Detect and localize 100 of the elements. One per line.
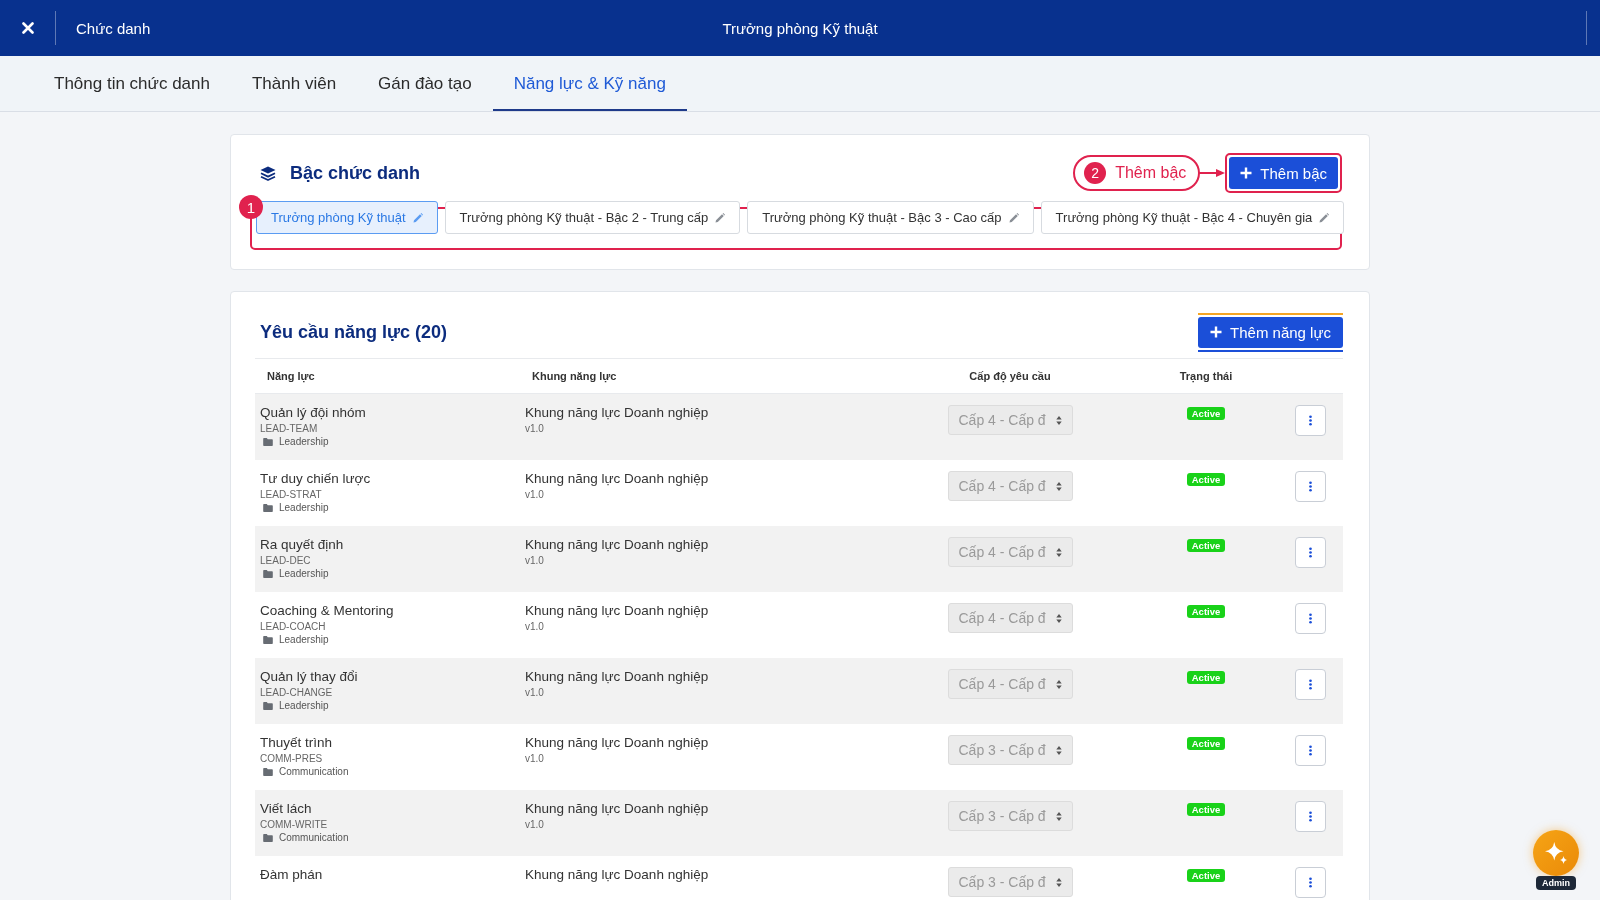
folder-icon — [263, 768, 273, 776]
tab[interactable]: Thành viên — [231, 56, 358, 111]
step-marker: 1 — [239, 195, 263, 219]
step-marker: 2 — [1084, 162, 1107, 184]
category-label: Leadership — [279, 567, 329, 581]
competency-code: LEAD-COACH — [260, 620, 327, 633]
category-label: Communication — [279, 765, 349, 779]
folder-icon — [263, 702, 273, 710]
close-icon — [21, 22, 34, 34]
status-badge: Active — [1186, 605, 1226, 618]
level-tab[interactable]: Trưởng phòng Kỹ thuật - Bậc 4 - Chuyên gia — [1040, 201, 1345, 234]
competency-code: LEAD-DEC — [260, 554, 312, 567]
column-header: Năng lực — [266, 370, 316, 382]
section-title: Yêu cầu năng lực (20) — [260, 321, 448, 343]
competency-code: LEAD-CHANGE — [260, 686, 334, 699]
folder-icon — [263, 570, 273, 578]
add-competency-button[interactable]: Thêm năng lực — [1198, 316, 1343, 348]
level-tab[interactable]: Trưởng phòng Kỹ thuật - Bậc 3 - Cao cấp — [747, 201, 1034, 234]
competency-name: Tư duy chiến lược — [260, 470, 372, 487]
tab[interactable]: Thông tin chức danh — [33, 56, 231, 111]
pencil-icon — [1319, 212, 1330, 223]
category-label: Leadership — [279, 501, 329, 515]
tab[interactable]: Năng lực & Kỹ năng — [492, 56, 687, 111]
more-actions-button[interactable] — [1295, 471, 1326, 502]
competency-code: COMM-PRES — [260, 752, 324, 765]
column-header: Cấp độ yêu cầu — [968, 370, 1052, 382]
status-badge: Active — [1186, 407, 1226, 420]
up-down-caret-icon — [1055, 745, 1062, 755]
up-down-caret-icon — [1055, 481, 1062, 491]
competency-code: COMM-WRITE — [260, 818, 329, 831]
category-label: Communication — [279, 831, 349, 845]
up-down-caret-icon — [1055, 415, 1062, 425]
more-actions-button[interactable] — [1295, 405, 1326, 436]
competency-name: Viết lách — [260, 800, 313, 817]
version-label: v1.0 — [525, 554, 545, 567]
version-label: v1.0 — [525, 620, 545, 633]
sparkle-icon — [1545, 842, 1567, 864]
framework-name: Khung năng lực Doanh nghiệp — [525, 668, 710, 685]
vertical-dots-icon — [1309, 547, 1312, 558]
version-label: v1.0 — [525, 422, 545, 435]
pencil-icon — [412, 212, 423, 223]
vertical-dots-icon — [1309, 877, 1312, 888]
column-header: Khung năng lực — [531, 370, 618, 382]
folder-icon — [263, 504, 273, 512]
status-badge: Active — [1186, 671, 1226, 684]
framework-name: Khung năng lực Doanh nghiệp — [525, 536, 710, 553]
more-actions-button[interactable] — [1295, 801, 1326, 832]
layers-icon — [260, 165, 276, 181]
pencil-icon — [1008, 212, 1019, 223]
up-down-caret-icon — [1055, 679, 1062, 689]
status-badge: Active — [1186, 803, 1226, 816]
section-title: Bậc chức danh — [290, 162, 421, 184]
admin-label: Admin — [1536, 876, 1576, 890]
competency-name: Ra quyết định — [260, 536, 345, 553]
level-tab[interactable]: Trưởng phòng Kỹ thuật — [256, 201, 438, 234]
category-label: Leadership — [279, 633, 329, 647]
up-down-caret-icon — [1055, 811, 1062, 821]
add-level-button[interactable]: Thêm bậc — [1229, 157, 1338, 189]
competency-code: LEAD-TEAM — [260, 422, 319, 435]
version-label: v1.0 — [525, 752, 545, 765]
competency-name: Thuyết trình — [260, 734, 334, 751]
version-label: v1.0 — [525, 686, 545, 699]
category-label: Leadership — [279, 435, 329, 449]
more-actions-button[interactable] — [1295, 735, 1326, 766]
folder-icon — [263, 834, 273, 842]
folder-icon — [263, 636, 273, 644]
more-actions-button[interactable] — [1295, 603, 1326, 634]
level-tab[interactable]: Trưởng phòng Kỹ thuật - Bậc 2 - Trung cấp — [444, 201, 741, 234]
competency-name: Quản lý đội nhóm — [260, 404, 367, 421]
competency-name: Quản lý thay đổi — [260, 668, 359, 685]
status-badge: Active — [1186, 869, 1226, 882]
up-down-caret-icon — [1055, 613, 1062, 623]
more-actions-button[interactable] — [1295, 867, 1326, 898]
assistant-button[interactable] — [1533, 830, 1579, 876]
status-badge: Active — [1186, 539, 1226, 552]
folder-icon — [263, 438, 273, 446]
more-actions-button[interactable] — [1295, 669, 1326, 700]
page-title: Trưởng phòng Kỹ thuật — [722, 19, 878, 37]
up-down-caret-icon — [1055, 877, 1062, 887]
vertical-dots-icon — [1309, 745, 1312, 756]
column-header: Trạng thái — [1178, 370, 1234, 382]
vertical-dots-icon — [1309, 481, 1312, 492]
status-badge: Active — [1186, 737, 1226, 750]
version-label: v1.0 — [525, 818, 545, 831]
framework-name: Khung năng lực Doanh nghiệp — [525, 602, 710, 619]
more-actions-button[interactable] — [1295, 537, 1326, 568]
competency-code: LEAD-STRAT — [260, 488, 323, 501]
vertical-dots-icon — [1309, 613, 1312, 624]
plus-icon — [1210, 326, 1223, 338]
up-down-caret-icon — [1055, 547, 1062, 557]
framework-name: Khung năng lực Doanh nghiệp — [525, 866, 710, 883]
framework-name: Khung năng lực Doanh nghiệp — [525, 470, 710, 487]
section-label: Chức danh — [75, 19, 151, 37]
tab[interactable]: Gán đào tạo — [357, 56, 493, 111]
annotation-label: Thêm bậc — [1115, 164, 1187, 182]
framework-name: Khung năng lực Doanh nghiệp — [525, 404, 710, 421]
framework-name: Khung năng lực Doanh nghiệp — [525, 734, 710, 751]
version-label: v1.0 — [525, 488, 545, 501]
competency-name: Đàm phán — [260, 866, 324, 883]
plus-icon — [1240, 167, 1253, 179]
